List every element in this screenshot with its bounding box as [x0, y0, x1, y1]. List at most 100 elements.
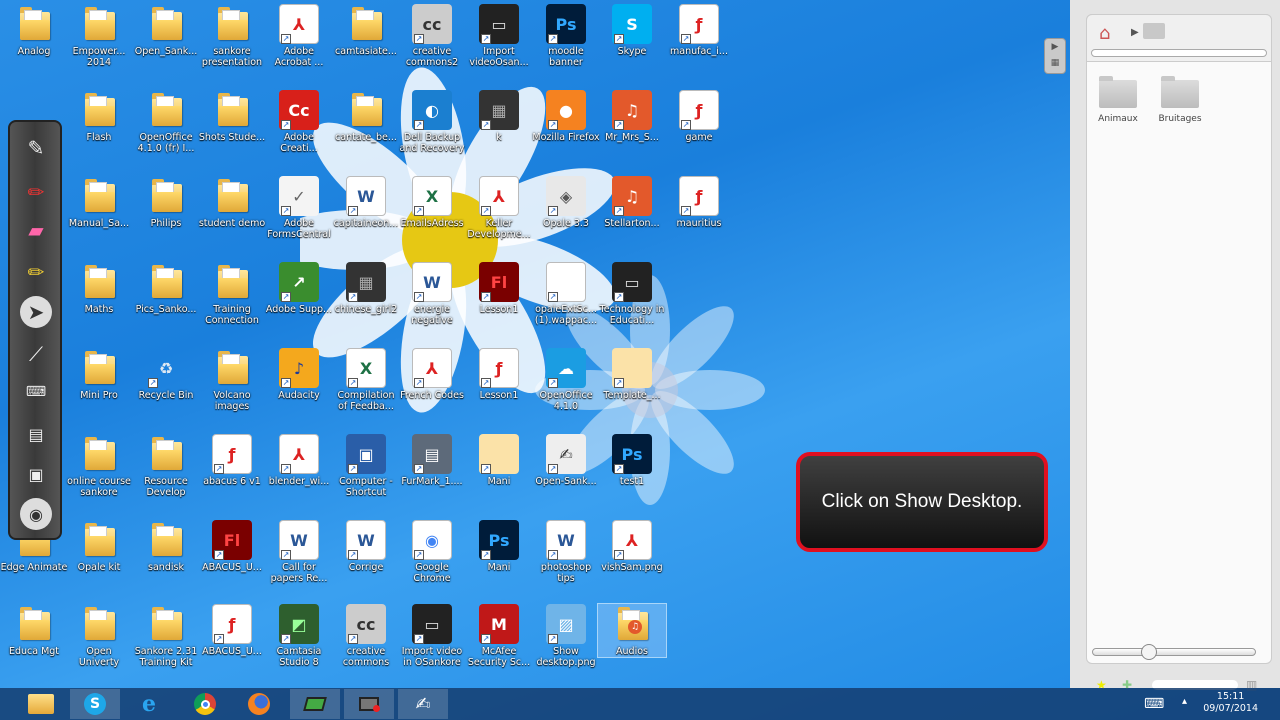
home-icon[interactable]: ⌂ — [1099, 23, 1110, 44]
desktop-icon[interactable]: Empower... 2014 — [65, 4, 133, 68]
audio-folder-icon[interactable] — [1143, 23, 1165, 39]
desktop-icon[interactable]: ● ↗ Mozilla Firefox — [532, 90, 600, 143]
capture-icon[interactable]: ▣ — [20, 458, 52, 490]
desktop-icon[interactable]: W ↗ Corrige — [332, 520, 400, 573]
thumbnail-size-slider[interactable] — [1092, 644, 1256, 660]
desktop-icon[interactable]: ↗ Mani — [465, 434, 533, 487]
desktop-icon[interactable]: W ↗ capitaineon... — [332, 176, 400, 229]
desktop-icon[interactable]: Maths — [65, 262, 133, 315]
desktop-icon[interactable]: ↗ ↗ Adobe Supp... — [265, 262, 333, 315]
desktop-icon[interactable]: X ↗ EmailsAdress — [398, 176, 466, 229]
desktop-icon[interactable]: Analog — [0, 4, 68, 57]
system-clock[interactable]: 15:11 09/07/2014 — [1203, 691, 1258, 715]
desktop-icon[interactable]: ▨ ↗ Show desktop.png — [532, 604, 600, 668]
desktop-icon[interactable]: Ps ↗ Mani — [465, 520, 533, 573]
desktop-icon[interactable]: ◐ ↗ Dell Backup and Recovery — [398, 90, 466, 154]
desktop-icon[interactable]: cc ↗ creative commons2 — [398, 4, 466, 68]
desktop-icon[interactable]: online course sankore — [65, 434, 133, 498]
desktop-icon[interactable]: ♫ ↗ Mr_Mrs_S... — [598, 90, 666, 143]
chrome-taskbar-button[interactable] — [180, 689, 230, 719]
desktop-icon[interactable]: ƒ ↗ ABACUS_U... — [198, 604, 266, 657]
desktop-icon[interactable]: Resource Develop — [132, 434, 200, 498]
desktop-icon[interactable]: ƒ ↗ mauritius — [665, 176, 733, 229]
laser-icon[interactable]: ⟋ — [20, 338, 52, 370]
desktop-icon[interactable]: Opale kit — [65, 520, 133, 573]
desktop-icon[interactable]: Volcano images — [198, 348, 266, 412]
desktop-icon[interactable]: ƒ ↗ game — [665, 90, 733, 143]
internet-explorer-taskbar-button[interactable]: e — [124, 689, 174, 719]
desktop-icon[interactable]: Educa Mgt — [0, 604, 68, 657]
desktop-icon[interactable]: S ↗ Skype — [598, 4, 666, 57]
camtasia-taskbar-button[interactable] — [290, 689, 340, 719]
desktop-icon[interactable]: ▦ ↗ chinese_girl2 — [332, 262, 400, 315]
desktop-icon[interactable]: ⅄ ↗ Adobe Acrobat ... — [265, 4, 333, 68]
desktop-icon[interactable]: Training Connection — [198, 262, 266, 326]
desktop-icon[interactable]: sankore presentation — [198, 4, 266, 68]
desktop-icon[interactable]: Shots Stude... — [198, 90, 266, 143]
desktop-icon[interactable]: ▤ ↗ FurMark_1.... — [398, 434, 466, 487]
recorder-taskbar-button[interactable] — [344, 689, 394, 719]
desktop-icon[interactable]: Pics_Sanko... — [132, 262, 200, 315]
desktop-icon[interactable]: ☁ ↗ OpenOffice 4.1.0 — [532, 348, 600, 412]
desktop-icon[interactable]: Open_Sank... — [132, 4, 200, 57]
desktop-icon[interactable]: Fl ↗ ABACUS_U... — [198, 520, 266, 573]
pointer-icon[interactable]: ➤ — [20, 296, 52, 328]
desktop-icon[interactable]: ▭ ↗ Import video in OSankore — [398, 604, 466, 668]
library-folder-animaux[interactable]: Animaux — [1088, 76, 1148, 124]
desktop-icon[interactable]: ↗ Template_... — [598, 348, 666, 401]
desktop-icon[interactable]: ♫ Audios — [597, 603, 667, 658]
desktop-icon[interactable]: Cc ↗ Adobe Creati... — [265, 90, 333, 154]
desktop-icon[interactable]: ƒ ↗ Lesson1 — [465, 348, 533, 401]
navbar-scrollbar[interactable] — [1091, 49, 1267, 57]
eraser-icon[interactable]: ▰ — [20, 214, 52, 246]
file-explorer-taskbar-button[interactable] — [16, 689, 66, 719]
desktop-icon[interactable]: X ↗ Compilation of Feedba... — [332, 348, 400, 412]
desktop-icon[interactable]: M ↗ McAfee Security Sc... — [465, 604, 533, 668]
desktop-icon[interactable]: ▭ ↗ Import videoOsan... — [465, 4, 533, 68]
desktop-icon[interactable]: W ↗ photoshop tips — [532, 520, 600, 584]
desktop-icon[interactable]: Philips — [132, 176, 200, 229]
desktop-icon[interactable]: cc ↗ creative commons — [332, 604, 400, 668]
desktop-icon[interactable]: cantate_be... — [332, 90, 400, 143]
hide-icon[interactable]: ◉ — [20, 498, 52, 530]
desktop-icon[interactable]: ⅄ ↗ vishSam.png — [598, 520, 666, 573]
desktop-icon[interactable]: Mini Pro — [65, 348, 133, 401]
skype-taskbar-button[interactable]: S — [70, 689, 120, 719]
desktop-icon[interactable]: ▦ ↗ k — [465, 90, 533, 143]
desktop-icon[interactable]: student demo — [198, 176, 266, 229]
desktop-icon[interactable]: ♻ ↗ Recycle Bin — [132, 348, 200, 402]
keyboard-icon[interactable]: ⌨ — [20, 376, 52, 408]
desktop-icon[interactable]: Fl ↗ Lesson1 — [465, 262, 533, 315]
desktop-icon[interactable]: ◉ ↗ Google Chrome — [398, 520, 466, 584]
desktop-icon[interactable]: ◩ ↗ Camtasia Studio 8 — [265, 604, 333, 668]
desktop-icon[interactable]: ◈ ↗ Opale 3.3 — [532, 176, 600, 229]
desktop-icon[interactable]: ✓ ↗ Adobe FormsCentral — [265, 176, 333, 240]
desktop-icon[interactable]: ƒ ↗ abacus 6 v1 — [198, 434, 266, 487]
display-icon[interactable]: ▤ — [20, 418, 52, 450]
marker-icon[interactable]: ✏ — [20, 176, 52, 208]
desktop-icon[interactable]: ↗ opaleExtSc... (1).wappac... — [532, 262, 600, 326]
desktop-icon[interactable]: W ↗ Call for papers Re... — [265, 520, 333, 584]
pen-tool-icon[interactable]: ✎ — [20, 132, 52, 164]
desktop-icon[interactable]: Open Univerty — [65, 604, 133, 668]
desktop-icon[interactable]: Ps ↗ moodle banner — [532, 4, 600, 68]
library-folder-bruitages[interactable]: Bruitages — [1150, 76, 1210, 124]
sankore-taskbar-button[interactable]: ✍ — [398, 689, 448, 719]
desktop-icon[interactable]: Flash — [65, 90, 133, 143]
desktop-icon[interactable]: ƒ ↗ manufac_i... — [665, 4, 733, 57]
firefox-taskbar-button[interactable] — [234, 689, 284, 719]
desktop-icon[interactable]: ⅄ ↗ French Codes — [398, 348, 466, 401]
panel-toggle-icon[interactable]: ▶ ▦ — [1044, 38, 1066, 74]
desktop-icon[interactable]: ⅄ ↗ blender_wi... — [265, 434, 333, 487]
tray-chevron-icon[interactable]: ▴ — [1182, 696, 1187, 707]
desktop-icon[interactable]: Ps ↗ test1 — [598, 434, 666, 487]
desktop-icon[interactable]: ✍ ↗ Open-Sank... — [532, 434, 600, 487]
desktop-icon[interactable]: Sankore 2.31 Training Kit — [132, 604, 200, 668]
highlighter-icon[interactable]: ✏ — [20, 256, 52, 288]
keyboard-tray-icon[interactable]: ⌨ — [1144, 696, 1164, 712]
desktop-icon[interactable]: OpenOffice 4.1.0 (fr) I... — [132, 90, 200, 154]
desktop-icon[interactable]: camtasiate... — [332, 4, 400, 57]
desktop-icon[interactable]: Manual_Sa... — [65, 176, 133, 229]
desktop-icon[interactable]: W ↗ energie negative — [398, 262, 466, 326]
desktop-icon[interactable]: sandisk — [132, 520, 200, 573]
